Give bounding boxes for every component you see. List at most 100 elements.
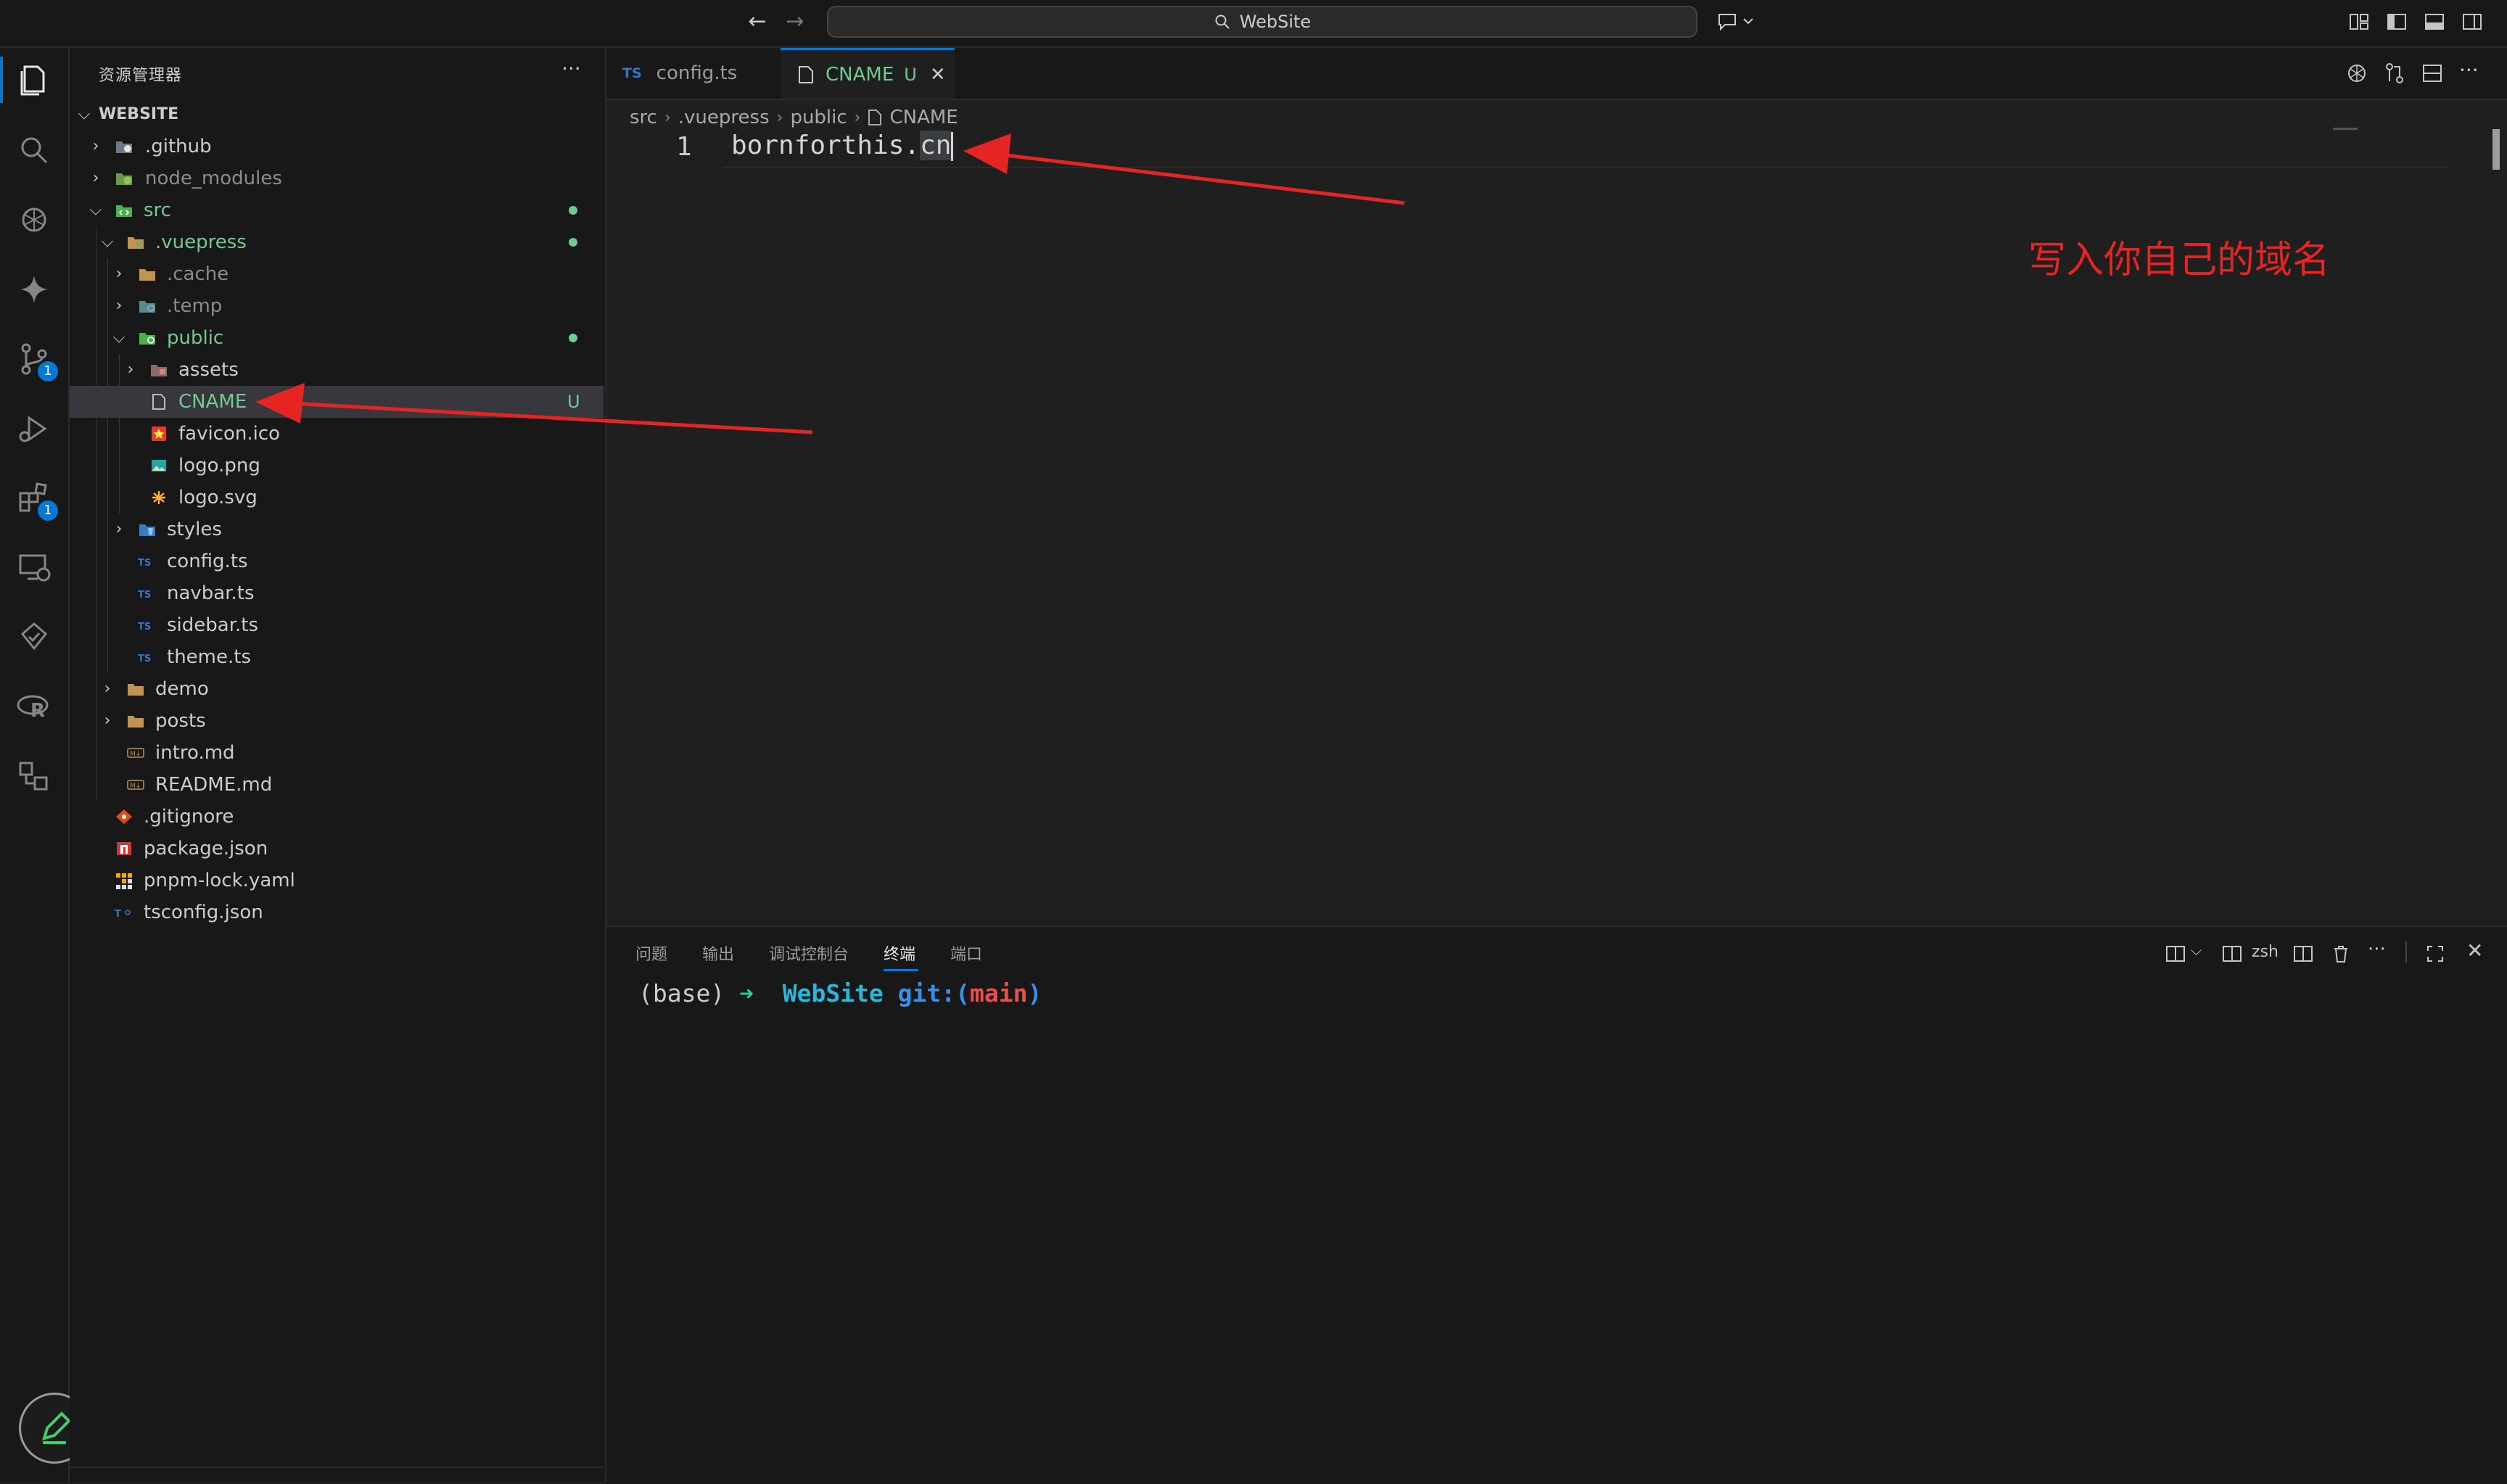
tree-item-label: .gitignore <box>144 806 234 828</box>
panel-tab-terminal[interactable]: 终端 <box>884 941 915 965</box>
toggle-primary-sidebar-icon[interactable] <box>2385 10 2408 33</box>
tree-item-logo-png[interactable]: logo.png <box>70 450 604 482</box>
tree-item-node-modules[interactable]: › node_modules <box>70 162 604 194</box>
chevron-right-icon: › <box>664 108 671 127</box>
tree-item-readme-md[interactable]: M↓ README.md <box>70 769 604 801</box>
toggle-secondary-sidebar-icon[interactable] <box>2461 10 2484 33</box>
panel-tab-ports[interactable]: 端口 <box>950 941 982 965</box>
testing-icon[interactable] <box>15 618 54 657</box>
customize-layout-icon[interactable] <box>2347 10 2371 33</box>
tree-item-tsconfig-json[interactable]: Ttsconfig.json <box>70 896 604 928</box>
tree-item-logo-svg[interactable]: logo.svg <box>70 482 604 514</box>
tree-item-cname[interactable]: CNAME U <box>70 386 604 418</box>
tree-item-label: sidebar.ts <box>167 614 259 636</box>
tree-item-cache[interactable]: › .cache <box>70 258 604 290</box>
tree-item-vuepress[interactable]: ⌵ .vuepress <box>70 226 604 258</box>
tree-item-demo[interactable]: › demo <box>70 673 604 705</box>
terminal-shell-label[interactable]: zsh <box>2252 943 2278 961</box>
workspace-root[interactable]: ⌵ WEBSITE <box>70 99 604 131</box>
tree-item-theme-ts[interactable]: TS theme.ts <box>70 641 604 673</box>
back-arrow-icon[interactable]: ← <box>743 7 772 36</box>
explorer-sidebar: 资源管理器 ··· ⌵ WEBSITE › .github › node_mod… <box>70 48 606 1483</box>
remote-explorer-icon[interactable] <box>15 548 54 588</box>
tree-item-gitignore[interactable]: .gitignore <box>70 801 604 833</box>
r-language-icon[interactable]: R <box>15 688 54 727</box>
tree-item-sidebar-ts[interactable]: TS sidebar.ts <box>70 609 604 641</box>
pnpm-icon <box>116 873 132 889</box>
copilot-chat-icon[interactable] <box>1715 10 1758 33</box>
tree-item-github[interactable]: › .github <box>70 131 604 162</box>
tree-item-intro-md[interactable]: M↓ intro.md <box>70 737 604 769</box>
chevron-down-icon: ⌵ <box>101 233 114 251</box>
tab-bar: TS config.ts CNAME U ✕ ··· <box>606 48 2507 100</box>
toggle-panel-icon[interactable] <box>2423 10 2446 33</box>
split-terminal-icon[interactable] <box>2292 943 2314 965</box>
tree-item-src[interactable]: ⌵ src <box>70 194 604 226</box>
tree-item-config-ts[interactable]: TS config.ts <box>70 545 604 577</box>
chevron-right-icon: › <box>115 265 123 283</box>
tree-item-package-json[interactable]: package.json <box>70 833 604 865</box>
breadcrumb: src › .vuepress › public › CNAME <box>630 103 958 132</box>
folder-public-icon <box>139 333 155 345</box>
chatgpt-icon[interactable] <box>2345 61 2369 86</box>
sidebar-divider <box>70 1467 604 1468</box>
source-control-badge: 1 <box>38 361 58 382</box>
file-icon <box>152 394 165 410</box>
extensions-icon[interactable]: 1 <box>15 479 58 521</box>
svg-icon <box>152 491 165 504</box>
panel-tab-problems[interactable]: 问题 <box>635 941 667 965</box>
close-tab-icon[interactable]: ✕ <box>930 64 946 86</box>
new-terminal-icon[interactable] <box>2165 943 2186 965</box>
editor-more-button[interactable]: ··· <box>2459 58 2479 82</box>
panel-more-button[interactable]: ··· <box>2368 939 2386 960</box>
tree-item-temp[interactable]: › .temp <box>70 290 604 322</box>
terminal-prompt[interactable]: (base) ➜ WebSite git:(main) <box>638 979 1042 1007</box>
scrollbar-thumb[interactable] <box>2492 129 2500 170</box>
tree-item-label: posts <box>155 710 206 732</box>
command-center-search[interactable]: WebSite <box>827 6 1697 38</box>
minimap-slider[interactable] <box>2333 128 2358 130</box>
more-actions-button[interactable]: ··· <box>561 57 581 81</box>
git-modified-dot <box>569 206 577 215</box>
project-manager-icon[interactable] <box>15 757 54 796</box>
trash-icon[interactable] <box>2330 943 2352 965</box>
search-icon[interactable] <box>15 131 54 170</box>
tree-item-assets[interactable]: › assets <box>70 354 604 386</box>
code-text: bornforthis. <box>731 131 921 160</box>
terminal-env: (base) <box>638 979 725 1007</box>
panel-tab-debug-console[interactable]: 调试控制台 <box>769 941 849 965</box>
close-panel-icon[interactable]: ✕ <box>2466 939 2483 962</box>
open-changes-icon[interactable] <box>2382 61 2407 86</box>
run-debug-icon[interactable] <box>15 409 54 448</box>
tree-item-styles[interactable]: › styles <box>70 514 604 545</box>
forward-arrow-icon[interactable]: → <box>781 7 810 36</box>
source-control-icon[interactable]: 1 <box>15 339 58 382</box>
gemini-icon[interactable] <box>15 270 54 309</box>
breadcrumb-item[interactable]: src <box>630 107 657 128</box>
tree-item-favicon-ico[interactable]: favicon.ico <box>70 418 604 450</box>
folder-node-icon <box>116 173 132 185</box>
markdown-icon: M↓ <box>127 748 144 758</box>
npm-icon <box>117 842 131 855</box>
svg-text:TS: TS <box>138 590 151 601</box>
panel-tab-output[interactable]: 输出 <box>702 941 734 965</box>
tree-item-posts[interactable]: › posts <box>70 705 604 737</box>
split-editor-icon[interactable] <box>2420 61 2445 86</box>
typescript-file-icon: TS <box>138 558 151 569</box>
chatgpt-icon[interactable] <box>15 200 54 239</box>
breadcrumb-item[interactable]: CNAME <box>889 107 958 128</box>
explorer-icon[interactable] <box>15 61 54 100</box>
code-line[interactable]: bornforthis.cn <box>731 131 954 161</box>
tree-item-public[interactable]: ⌵ public <box>70 322 604 354</box>
breadcrumb-item[interactable]: public <box>790 107 847 128</box>
chevron-down-icon[interactable]: ⌵ <box>2191 941 2202 959</box>
maximize-panel-icon[interactable] <box>2424 943 2446 965</box>
svg-text:R: R <box>30 700 45 722</box>
breadcrumb-item[interactable]: .vuepress <box>678 107 770 128</box>
tab-cname[interactable]: CNAME U ✕ <box>781 48 955 99</box>
tab-config-ts[interactable]: TS config.ts <box>606 48 778 99</box>
tree-item-label: .vuepress <box>155 231 247 253</box>
terminal-instance-icon[interactable] <box>2221 943 2243 965</box>
tree-item-navbar-ts[interactable]: TS navbar.ts <box>70 577 604 609</box>
tree-item-pnpm-lock-yaml[interactable]: pnpm-lock.yaml <box>70 865 604 896</box>
